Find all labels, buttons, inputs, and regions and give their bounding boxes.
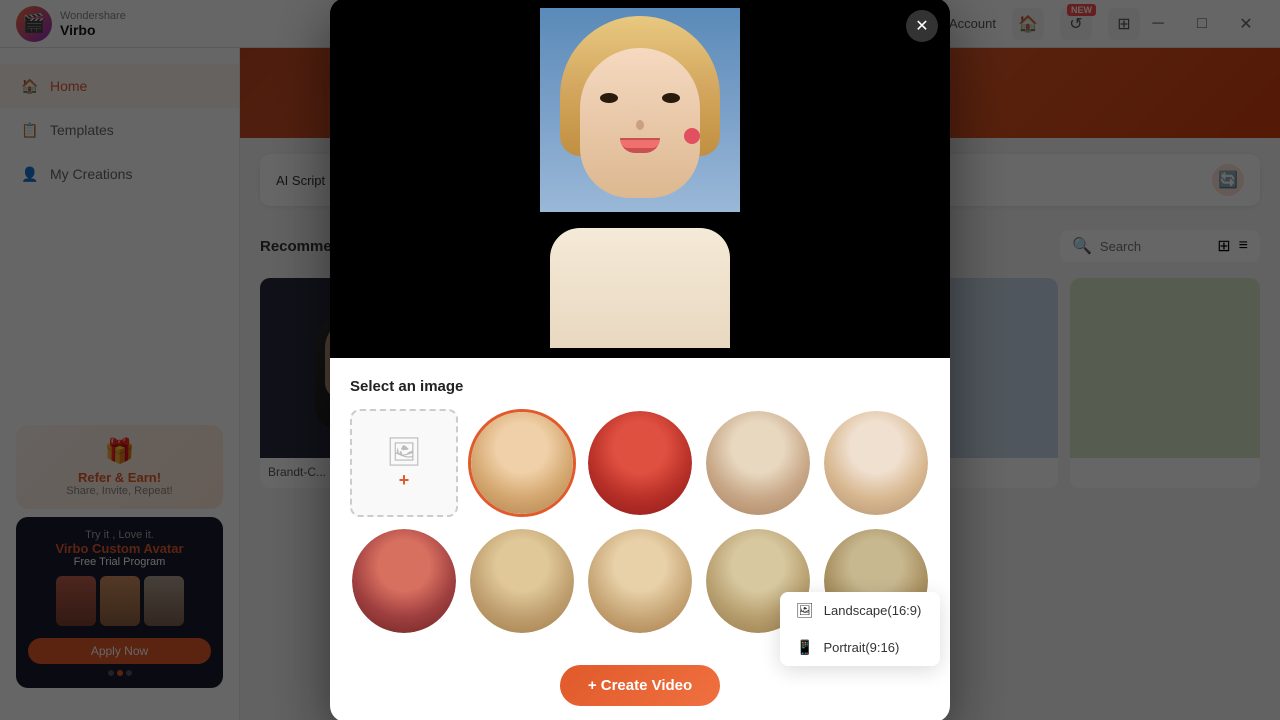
image-cell-4[interactable]: [822, 409, 930, 517]
image-cell-5[interactable]: [350, 527, 458, 635]
image-cell-6[interactable]: [468, 527, 576, 635]
dropdown-menu: 🖼 Landscape(16:9) 📱 Portrait(9:16): [780, 592, 940, 666]
add-image-cell[interactable]: 🖼 +: [350, 409, 458, 517]
add-icon: 🖼: [386, 435, 422, 468]
face-circle-3: [706, 411, 810, 515]
landscape-label: Landscape(16:9): [824, 603, 922, 618]
modal-close-button[interactable]: ✕: [906, 10, 938, 42]
image-cell-2[interactable]: [586, 409, 694, 517]
modal-footer: 🖼 Landscape(16:9) 📱 Portrait(9:16) + Cre…: [330, 655, 950, 720]
face-circle-5: [352, 529, 456, 633]
plus-icon: +: [399, 470, 410, 491]
create-video-label: + Create Video: [588, 677, 692, 694]
face-circle-4: [824, 411, 928, 515]
image-cell-3[interactable]: [704, 409, 812, 517]
image-cell-7[interactable]: [586, 527, 694, 635]
face-circle-7: [588, 529, 692, 633]
image-cell-1[interactable]: [468, 409, 576, 517]
portrait-label: Portrait(9:16): [823, 640, 899, 655]
landscape-option[interactable]: 🖼 Landscape(16:9): [780, 592, 940, 629]
portrait-option[interactable]: 📱 Portrait(9:16): [780, 629, 940, 666]
modal: ✕: [330, 0, 950, 720]
face-circle-1: [471, 412, 573, 514]
portrait-icon: 📱: [796, 639, 813, 656]
images-grid: 🖼 +: [350, 409, 930, 517]
selector-title: Select an image: [350, 378, 930, 395]
create-video-button[interactable]: + Create Video: [560, 665, 720, 706]
landscape-icon: 🖼: [796, 602, 814, 619]
app-window: 🎬 Wondershare Virbo Account 🏠 ↺ NEW ⊞ ─ …: [0, 0, 1280, 720]
face-circle-2: [588, 411, 692, 515]
modal-preview: [330, 0, 950, 358]
portrait-illustration: [540, 8, 740, 348]
close-icon: ✕: [915, 16, 928, 36]
face-circle-6: [470, 529, 574, 633]
modal-overlay[interactable]: ✕: [0, 0, 1280, 720]
